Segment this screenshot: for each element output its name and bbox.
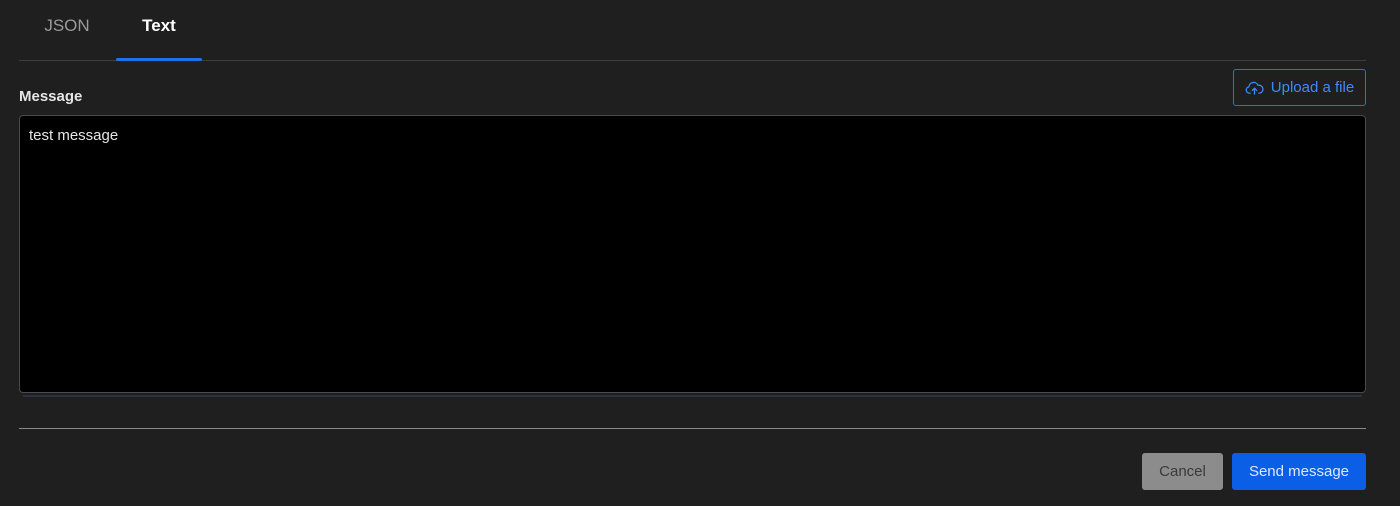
tab-text-label: Text <box>142 16 176 35</box>
tab-bar: JSON Text <box>19 0 1366 61</box>
cancel-button[interactable]: Cancel <box>1142 453 1223 490</box>
message-label: Message <box>19 88 83 105</box>
send-message-button[interactable]: Send message <box>1232 453 1366 490</box>
send-message-panel: JSON Text Upload a file Message Cancel S… <box>0 0 1400 506</box>
tab-json[interactable]: JSON <box>27 0 107 60</box>
upload-file-label: Upload a file <box>1270 79 1355 96</box>
active-tab-indicator <box>116 58 202 61</box>
footer-divider <box>19 428 1366 429</box>
textarea-bottom-edge <box>23 395 1362 397</box>
message-textarea[interactable] <box>19 115 1366 393</box>
upload-file-button[interactable]: Upload a file <box>1233 69 1366 106</box>
tab-json-label: JSON <box>44 16 90 35</box>
tab-text[interactable]: Text <box>116 0 202 61</box>
cloud-upload-icon <box>1245 80 1264 96</box>
